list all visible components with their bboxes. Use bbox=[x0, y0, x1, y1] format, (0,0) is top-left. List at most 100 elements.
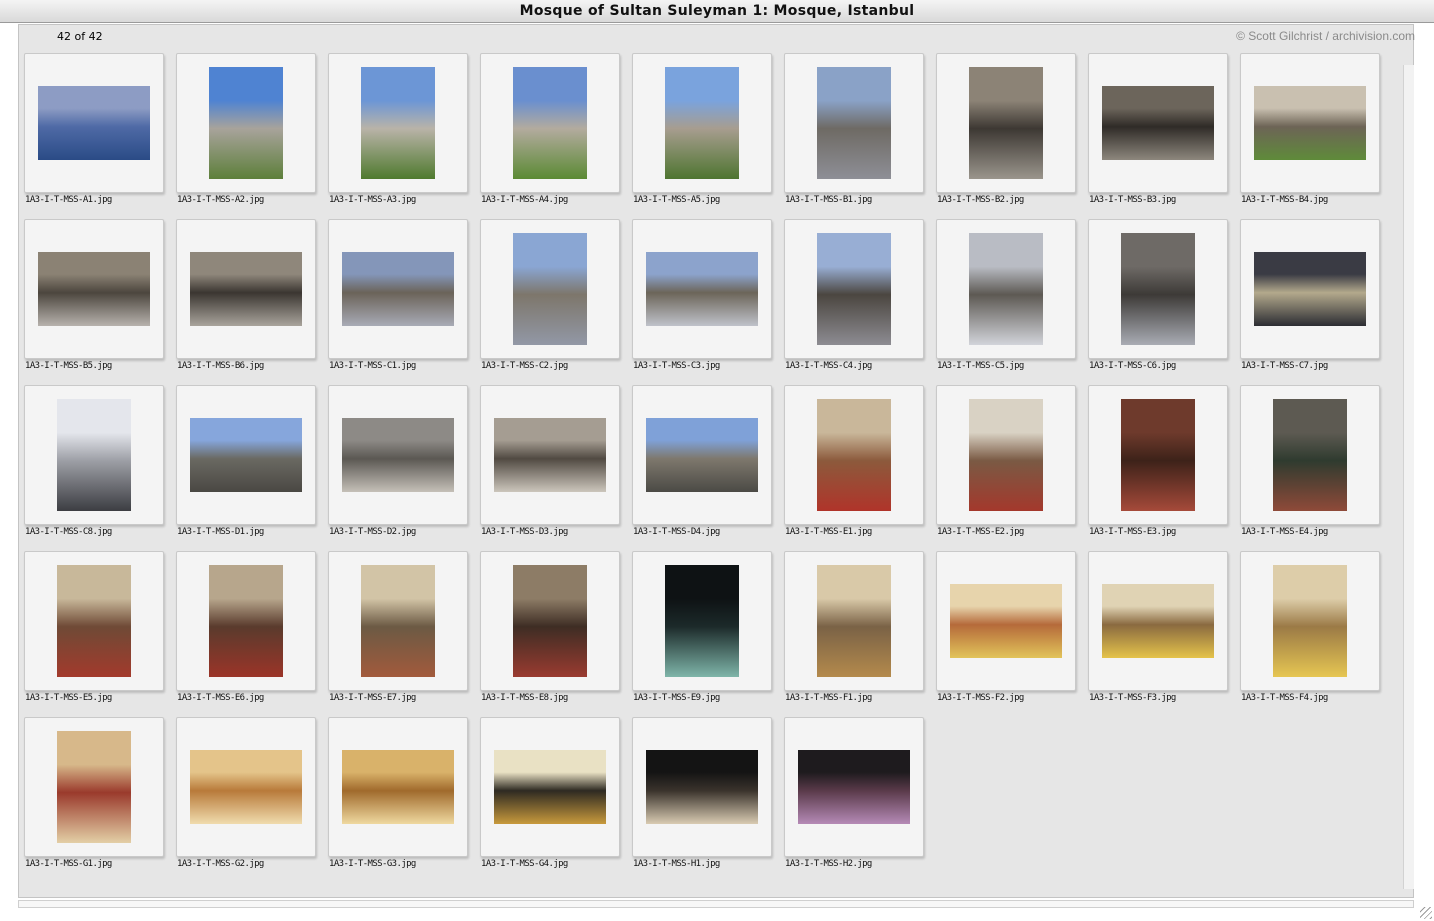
thumbnail-image[interactable] bbox=[817, 565, 891, 677]
slide-mount[interactable] bbox=[936, 53, 1076, 193]
thumbnail-item[interactable]: 1A3-I-T-MSS-C2.jpg bbox=[480, 219, 632, 385]
thumbnail-image[interactable] bbox=[646, 252, 758, 326]
thumbnail-item[interactable]: 1A3-I-T-MSS-E6.jpg bbox=[176, 551, 328, 717]
slide-mount[interactable] bbox=[784, 219, 924, 359]
slide-mount[interactable] bbox=[24, 385, 164, 525]
thumbnail-image[interactable] bbox=[646, 418, 758, 492]
thumbnail-image[interactable] bbox=[646, 750, 758, 824]
thumbnail-image[interactable] bbox=[798, 750, 910, 824]
thumbnail-image[interactable] bbox=[38, 86, 150, 160]
thumbnail-item[interactable]: 1A3-I-T-MSS-G3.jpg bbox=[328, 717, 480, 883]
slide-mount[interactable] bbox=[24, 717, 164, 857]
slide-mount[interactable] bbox=[480, 219, 620, 359]
thumbnail-image[interactable] bbox=[190, 418, 302, 492]
thumbnail-image[interactable] bbox=[513, 565, 587, 677]
slide-mount[interactable] bbox=[176, 717, 316, 857]
slide-mount[interactable] bbox=[176, 219, 316, 359]
slide-mount[interactable] bbox=[480, 53, 620, 193]
slide-mount[interactable] bbox=[1240, 219, 1380, 359]
thumbnail-item[interactable]: 1A3-I-T-MSS-H2.jpg bbox=[784, 717, 936, 883]
thumbnail-image[interactable] bbox=[1273, 565, 1347, 677]
thumbnail-image[interactable] bbox=[494, 418, 606, 492]
slide-mount[interactable] bbox=[1088, 385, 1228, 525]
slide-mount[interactable] bbox=[1240, 53, 1380, 193]
slide-mount[interactable] bbox=[1088, 551, 1228, 691]
thumbnail-image[interactable] bbox=[969, 399, 1043, 511]
slide-mount[interactable] bbox=[1240, 385, 1380, 525]
thumbnail-item[interactable]: 1A3-I-T-MSS-C4.jpg bbox=[784, 219, 936, 385]
thumbnail-item[interactable]: 1A3-I-T-MSS-C3.jpg bbox=[632, 219, 784, 385]
thumbnail-item[interactable]: 1A3-I-T-MSS-F4.jpg bbox=[1240, 551, 1392, 717]
thumbnail-item[interactable]: 1A3-I-T-MSS-E3.jpg bbox=[1088, 385, 1240, 551]
slide-mount[interactable] bbox=[632, 385, 772, 525]
slide-mount[interactable] bbox=[480, 551, 620, 691]
thumbnail-image[interactable] bbox=[209, 67, 283, 179]
thumbnail-image[interactable] bbox=[57, 399, 131, 511]
slide-mount[interactable] bbox=[480, 717, 620, 857]
slide-mount[interactable] bbox=[24, 53, 164, 193]
thumbnail-item[interactable]: 1A3-I-T-MSS-C6.jpg bbox=[1088, 219, 1240, 385]
slide-mount[interactable] bbox=[936, 551, 1076, 691]
thumbnail-image[interactable] bbox=[1254, 86, 1366, 160]
thumbnail-image[interactable] bbox=[969, 233, 1043, 345]
thumbnail-item[interactable]: 1A3-I-T-MSS-A4.jpg bbox=[480, 53, 632, 219]
slide-mount[interactable] bbox=[176, 53, 316, 193]
slide-mount[interactable] bbox=[1088, 219, 1228, 359]
thumbnail-item[interactable]: 1A3-I-T-MSS-B5.jpg bbox=[24, 219, 176, 385]
thumbnail-item[interactable]: 1A3-I-T-MSS-A3.jpg bbox=[328, 53, 480, 219]
slide-mount[interactable] bbox=[328, 219, 468, 359]
slide-mount[interactable] bbox=[328, 717, 468, 857]
thumbnail-item[interactable]: 1A3-I-T-MSS-C1.jpg bbox=[328, 219, 480, 385]
thumbnail-item[interactable]: 1A3-I-T-MSS-A2.jpg bbox=[176, 53, 328, 219]
thumbnail-item[interactable]: 1A3-I-T-MSS-D1.jpg bbox=[176, 385, 328, 551]
thumbnail-image[interactable] bbox=[1102, 584, 1214, 658]
thumbnail-item[interactable]: 1A3-I-T-MSS-G4.jpg bbox=[480, 717, 632, 883]
thumbnail-image[interactable] bbox=[1254, 252, 1366, 326]
slide-mount[interactable] bbox=[328, 385, 468, 525]
thumbnail-item[interactable]: 1A3-I-T-MSS-E4.jpg bbox=[1240, 385, 1392, 551]
horizontal-scrollbar[interactable] bbox=[18, 900, 1414, 908]
slide-mount[interactable] bbox=[784, 551, 924, 691]
slide-mount[interactable] bbox=[632, 219, 772, 359]
thumbnail-image[interactable] bbox=[209, 565, 283, 677]
thumbnail-image[interactable] bbox=[361, 67, 435, 179]
thumbnail-item[interactable]: 1A3-I-T-MSS-B3.jpg bbox=[1088, 53, 1240, 219]
thumbnail-image[interactable] bbox=[969, 67, 1043, 179]
slide-mount[interactable] bbox=[632, 551, 772, 691]
thumbnail-image[interactable] bbox=[38, 252, 150, 326]
thumbnail-item[interactable]: 1A3-I-T-MSS-E5.jpg bbox=[24, 551, 176, 717]
slide-mount[interactable] bbox=[24, 551, 164, 691]
thumbnail-image[interactable] bbox=[665, 67, 739, 179]
thumbnail-image[interactable] bbox=[1273, 399, 1347, 511]
thumbnail-item[interactable]: 1A3-I-T-MSS-F1.jpg bbox=[784, 551, 936, 717]
thumbnail-image[interactable] bbox=[1121, 233, 1195, 345]
thumbnail-image[interactable] bbox=[817, 233, 891, 345]
thumbnail-item[interactable]: 1A3-I-T-MSS-B4.jpg bbox=[1240, 53, 1392, 219]
thumbnail-item[interactable]: 1A3-I-T-MSS-A5.jpg bbox=[632, 53, 784, 219]
slide-mount[interactable] bbox=[784, 53, 924, 193]
thumbnail-image[interactable] bbox=[342, 418, 454, 492]
thumbnail-item[interactable]: 1A3-I-T-MSS-D4.jpg bbox=[632, 385, 784, 551]
thumbnail-image[interactable] bbox=[513, 233, 587, 345]
thumbnail-item[interactable]: 1A3-I-T-MSS-G2.jpg bbox=[176, 717, 328, 883]
thumbnail-item[interactable]: 1A3-I-T-MSS-E8.jpg bbox=[480, 551, 632, 717]
vertical-scrollbar[interactable] bbox=[1403, 65, 1414, 889]
thumbnail-item[interactable]: 1A3-I-T-MSS-F3.jpg bbox=[1088, 551, 1240, 717]
slide-mount[interactable] bbox=[24, 219, 164, 359]
thumbnail-item[interactable]: 1A3-I-T-MSS-E9.jpg bbox=[632, 551, 784, 717]
slide-mount[interactable] bbox=[176, 385, 316, 525]
resize-grip-icon[interactable] bbox=[1420, 907, 1432, 919]
slide-mount[interactable] bbox=[632, 717, 772, 857]
slide-mount[interactable] bbox=[1240, 551, 1380, 691]
slide-mount[interactable] bbox=[328, 53, 468, 193]
slide-mount[interactable] bbox=[176, 551, 316, 691]
thumbnail-image[interactable] bbox=[817, 67, 891, 179]
thumbnail-item[interactable]: 1A3-I-T-MSS-C7.jpg bbox=[1240, 219, 1392, 385]
thumbnail-image[interactable] bbox=[57, 565, 131, 677]
thumbnail-image[interactable] bbox=[665, 565, 739, 677]
thumbnail-image[interactable] bbox=[342, 750, 454, 824]
thumbnail-item[interactable]: 1A3-I-T-MSS-C5.jpg bbox=[936, 219, 1088, 385]
thumbnail-item[interactable]: 1A3-I-T-MSS-E1.jpg bbox=[784, 385, 936, 551]
thumbnail-image[interactable] bbox=[361, 565, 435, 677]
thumbnail-image[interactable] bbox=[513, 67, 587, 179]
